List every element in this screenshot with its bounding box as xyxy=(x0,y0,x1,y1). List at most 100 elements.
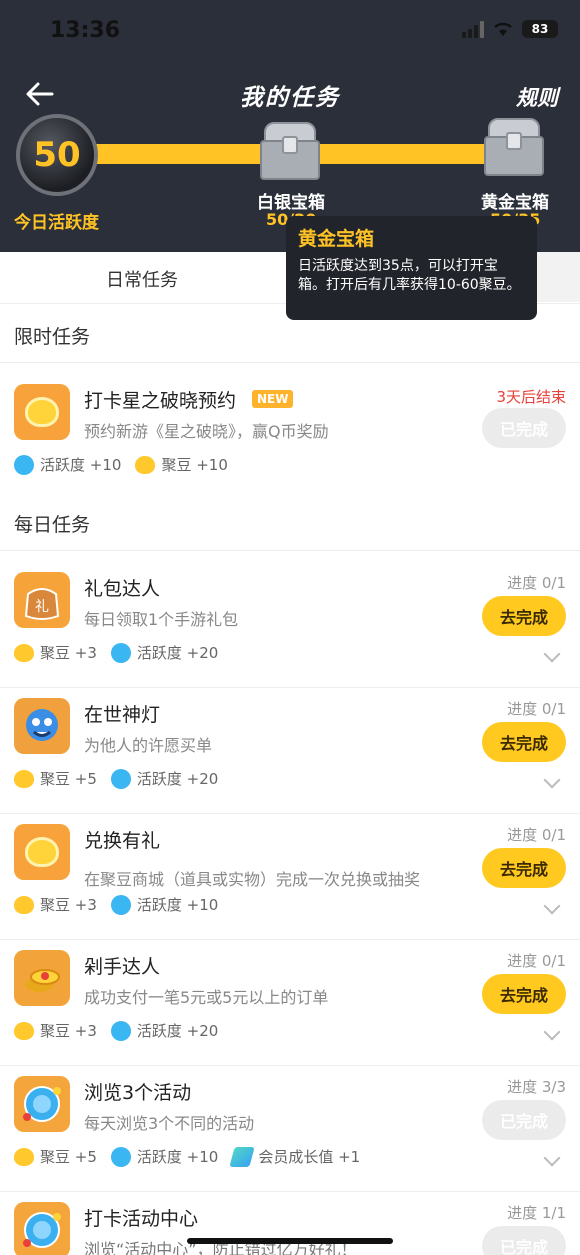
task-rewards: 聚豆 +5 活跃度 +10 会员成长值 +1 xyxy=(14,1146,368,1167)
activity-icon xyxy=(110,1146,131,1167)
tab-daily[interactable]: 日常任务 xyxy=(106,266,178,292)
task-desc: 预约新游《星之破晓》，赢Q币奖励 xyxy=(84,422,329,441)
activity-icon xyxy=(110,1020,131,1041)
page-title: 我的任务 xyxy=(240,85,340,111)
task-desc: 每日领取1个手游礼包 xyxy=(84,610,239,629)
task-desc: 成功支付一笔5元或5元以上的订单 xyxy=(84,988,329,1007)
task-done-button[interactable]: 已完成 xyxy=(482,1226,566,1255)
task-rewards: 聚豆 +3 活跃度 +10 xyxy=(14,894,226,915)
tab-other[interactable] xyxy=(537,252,580,302)
divider xyxy=(0,362,580,363)
task-name: 打卡活动中心 xyxy=(84,1208,199,1230)
activity-icon xyxy=(14,454,34,475)
task-item: 打卡星之破晓预约 NEW 预约新游《星之破晓》，赢Q币奖励 3天后结束 已完成 … xyxy=(0,374,580,500)
activity-icon xyxy=(110,894,131,915)
battery-icon: 83 xyxy=(522,20,558,38)
bean-icon xyxy=(14,895,34,914)
vip-growth-icon xyxy=(229,1146,256,1167)
bean-icon xyxy=(14,1147,34,1166)
tooltip-title: 黄金宝箱 xyxy=(298,228,375,250)
reward-text: 活跃度 +10 xyxy=(40,456,122,474)
gift-bag-icon: 礼 xyxy=(14,572,70,628)
task-name: 剁手达人 xyxy=(84,956,161,978)
task-deadline: 3天后结束 xyxy=(496,388,566,406)
svg-text:礼: 礼 xyxy=(35,599,49,615)
reward-text: 聚豆 +10 xyxy=(161,456,228,474)
task-go-button[interactable]: 去完成 xyxy=(482,596,566,636)
task-progress: 进度 0/1 xyxy=(507,574,566,592)
task-progress: 进度 0/1 xyxy=(507,700,566,718)
bean-icon xyxy=(135,455,156,474)
task-rewards: 聚豆 +3 活跃度 +20 xyxy=(14,1020,226,1041)
chevron-down-icon[interactable] xyxy=(543,645,561,663)
task-name: 浏览3个活动 xyxy=(84,1082,192,1104)
chevron-down-icon[interactable] xyxy=(543,1149,561,1167)
task-rewards: 聚豆 +5 活跃度 +20 xyxy=(14,768,226,789)
reward-text: 聚豆 +3 xyxy=(40,1022,97,1040)
task-rewards: 活跃度 +10 聚豆 +10 xyxy=(14,454,236,475)
section-daily-title: 每日任务 xyxy=(14,514,91,536)
task-item: 浏览3个活动 每天浏览3个不同的活动 进度 3/3 已完成 聚豆 +5 活跃度 … xyxy=(0,1066,580,1192)
reward-text: 活跃度 +20 xyxy=(136,770,219,788)
reward-text: 活跃度 +10 xyxy=(136,896,219,914)
chest-tooltip: 黄金宝箱 日活跃度达到35点，可以打开宝箱。打开后有几率获得10-60聚豆。 xyxy=(286,216,537,320)
reward-text: 聚豆 +5 xyxy=(40,770,97,788)
coins-icon xyxy=(14,950,70,1006)
task-item: 在世神灯 为他人的许愿买单 进度 0/1 去完成 聚豆 +5 活跃度 +20 xyxy=(0,688,580,814)
chevron-down-icon[interactable] xyxy=(543,897,561,915)
status-time: 13:36 xyxy=(50,18,121,43)
task-progress: 进度 0/1 xyxy=(507,952,566,970)
divider xyxy=(0,550,580,551)
reward-text: 活跃度 +10 xyxy=(136,1148,219,1166)
globe-icon xyxy=(14,1202,70,1255)
wifi-icon xyxy=(494,22,512,36)
task-done-button[interactable]: 已完成 xyxy=(482,1100,566,1140)
signal-icon xyxy=(462,20,484,38)
bean-icon xyxy=(14,769,34,788)
chevron-down-icon[interactable] xyxy=(543,771,561,789)
tooltip-text: 日活跃度达到35点，可以打开宝箱。打开后有几率获得10-60聚豆。 xyxy=(298,258,521,293)
gold-chest-icon[interactable] xyxy=(482,118,546,178)
activity-label: 今日活跃度 xyxy=(14,213,99,233)
task-name: 打卡星之破晓预约 xyxy=(84,390,237,412)
chevron-down-icon[interactable] xyxy=(543,1023,561,1041)
home-indicator xyxy=(187,1238,393,1244)
globe-icon xyxy=(14,1076,70,1132)
task-progress: 进度 3/3 xyxy=(507,1078,566,1096)
activity-value: 50 xyxy=(33,135,81,175)
task-desc: 每天浏览3个不同的活动 xyxy=(84,1114,255,1133)
status-icons: 83 xyxy=(462,20,558,38)
task-name: 礼包达人 xyxy=(84,578,161,600)
reward-text: 聚豆 +5 xyxy=(40,1148,97,1166)
new-badge: NEW xyxy=(252,390,294,408)
task-done-button[interactable]: 已完成 xyxy=(482,408,566,448)
reward-text: 会员成长值 +1 xyxy=(258,1148,361,1166)
bean-icon xyxy=(14,384,70,440)
rules-link[interactable]: 规则 xyxy=(516,82,558,112)
task-go-button[interactable]: 去完成 xyxy=(482,722,566,762)
bean-icon xyxy=(14,1021,34,1040)
genie-icon xyxy=(14,698,70,754)
task-item: 兑换有礼 在聚豆商城（道具或实物）完成一次兑换或抽奖 进度 0/1 去完成 聚豆… xyxy=(0,814,580,940)
reward-text: 活跃度 +20 xyxy=(136,1022,219,1040)
task-desc: 在聚豆商城（道具或实物）完成一次兑换或抽奖 xyxy=(84,870,421,889)
section-limited-title: 限时任务 xyxy=(14,326,91,348)
task-item: 礼 礼包达人 每日领取1个手游礼包 进度 0/1 去完成 聚豆 +3 活跃度 +… xyxy=(0,562,580,688)
task-name: 兑换有礼 xyxy=(84,830,161,852)
task-rewards: 聚豆 +3 活跃度 +20 xyxy=(14,642,226,663)
task-desc: 为他人的许愿买单 xyxy=(84,736,213,755)
task-go-button[interactable]: 去完成 xyxy=(482,974,566,1014)
task-item: 剁手达人 成功支付一笔5元或5元以上的订单 进度 0/1 去完成 聚豆 +3 活… xyxy=(0,940,580,1066)
activity-icon xyxy=(110,768,131,789)
task-item: 打卡活动中心 浏览“活动中心”，防止错过亿万好礼！ 进度 1/1 已完成 xyxy=(0,1192,580,1255)
reward-text: 聚豆 +3 xyxy=(40,644,97,662)
task-progress: 进度 0/1 xyxy=(507,826,566,844)
activity-badge: 50 xyxy=(16,114,98,196)
bean-icon xyxy=(14,824,70,880)
status-bar: 13:36 83 xyxy=(0,0,580,62)
bean-icon xyxy=(14,643,34,662)
activity-icon xyxy=(110,642,131,663)
silver-chest-icon[interactable] xyxy=(258,122,322,182)
reward-text: 聚豆 +3 xyxy=(40,896,97,914)
task-go-button[interactable]: 去完成 xyxy=(482,848,566,888)
